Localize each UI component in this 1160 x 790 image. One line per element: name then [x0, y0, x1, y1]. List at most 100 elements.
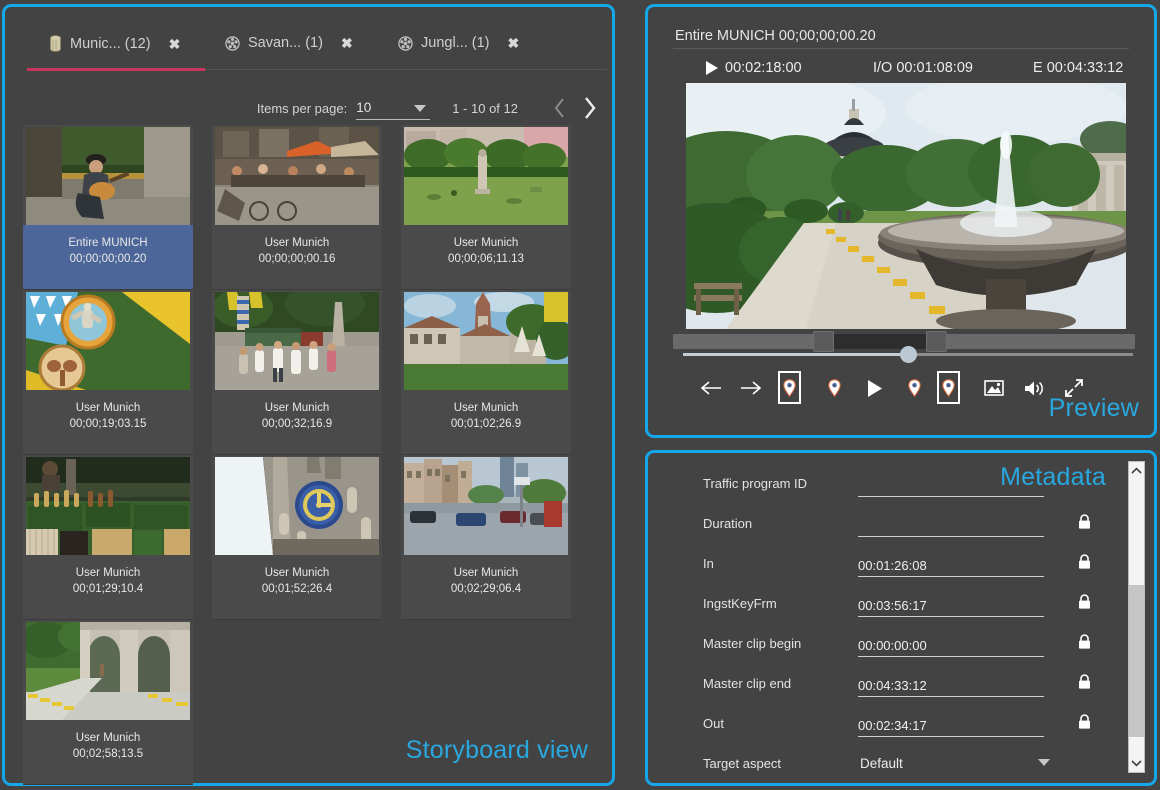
card-title: User Munich: [453, 567, 519, 579]
inout-timecode: I/O 00:01:08:09: [873, 60, 973, 76]
items-per-page-select[interactable]: 10: [356, 97, 431, 120]
card-title: User Munich: [75, 732, 141, 744]
play-icon: [867, 379, 882, 397]
thumbnail-image: [215, 457, 379, 555]
lock-icon[interactable]: [1078, 714, 1091, 734]
thumbnail-card[interactable]: User Munich 00;02;58;13.5: [23, 620, 193, 785]
application-window: Munic... (12) ✖ Savan... (1) ✖ Jungl... …: [0, 0, 1160, 790]
thumbnail-caption: User Munich 00;02;58;13.5: [23, 720, 193, 784]
thumbnail-image: [26, 292, 190, 390]
metadata-row: Target aspect Default: [648, 743, 1118, 783]
map-pin-icon: [783, 378, 796, 397]
thumbnail-card[interactable]: User Munich 00;00;32;16.9: [212, 290, 382, 455]
thumbnail-card[interactable]: User Munich 00;00;06;11.13: [401, 125, 571, 290]
page-range-text: 1 - 10 of 12: [452, 100, 518, 116]
preview-title: Entire MUNICH 00;00;00;00.20: [675, 28, 876, 44]
field-value: 00:03:56:17: [858, 597, 927, 613]
thumbnail-card[interactable]: User Munich 00;00;19;03.15: [23, 290, 193, 455]
field-label: In: [703, 555, 714, 571]
master-clip-end-input[interactable]: 00:04:33:12: [858, 670, 1044, 697]
field-label: Master clip begin: [703, 635, 802, 651]
metadata-row: Out 00:02:34:17: [648, 703, 1118, 743]
card-title: User Munich: [75, 402, 141, 414]
field-label: Out: [703, 715, 724, 731]
thumbnail-caption: User Munich 00;01;02;26.9: [401, 390, 571, 454]
scrollbar-thumb[interactable]: [1129, 585, 1144, 737]
step-back-button[interactable]: [693, 369, 729, 407]
chevron-down-icon[interactable]: [1129, 754, 1144, 772]
map-pin-icon: [942, 378, 955, 397]
out-input[interactable]: 00:02:34:17: [858, 710, 1044, 737]
mark-end-button[interactable]: [937, 371, 960, 404]
previous-page-button[interactable]: [544, 93, 574, 123]
card-timecode: 00;00;19;03.15: [69, 418, 147, 430]
thumbnail-card[interactable]: User Munich 00;01;29;10.4: [23, 455, 193, 620]
tab-label: Jungl... (1): [421, 35, 490, 51]
step-forward-button[interactable]: [733, 369, 769, 407]
field-value: 00:01:26:08: [858, 557, 927, 573]
metadata-row: Master clip end 00:04:33:12: [648, 663, 1118, 703]
snapshot-button[interactable]: [976, 369, 1012, 407]
target-aspect-select[interactable]: Default: [860, 750, 1050, 776]
mark-out-button[interactable]: [896, 369, 932, 407]
film-reel-icon: [225, 35, 240, 51]
chevron-down-icon: [414, 104, 427, 112]
tab-jungle[interactable]: Jungl... (1) ✖: [398, 35, 519, 51]
ingstkeyfrm-input[interactable]: 00:03:56:17: [858, 590, 1044, 617]
card-title: User Munich: [75, 567, 141, 579]
field-label: Duration: [703, 515, 753, 531]
mark-start-button[interactable]: [778, 371, 801, 404]
tab-bar: Munic... (12) ✖ Savan... (1) ✖ Jungl... …: [5, 7, 612, 71]
chevron-right-icon: [584, 97, 596, 119]
thumbnail-card[interactable]: User Munich 00;01;02;26.9: [401, 290, 571, 455]
thumbnail-caption: Entire MUNICH 00;00;00;00.20: [23, 225, 193, 289]
thumbnail-card[interactable]: Entire MUNICH 00;00;00;00.20: [23, 125, 193, 290]
trim-handle-end[interactable]: [926, 331, 947, 352]
thumbnail-card[interactable]: User Munich 00;00;00;00.16: [212, 125, 382, 290]
items-per-page-value: 10: [356, 100, 372, 115]
seek-knob[interactable]: [900, 346, 917, 363]
lock-icon[interactable]: [1078, 634, 1091, 654]
video-preview[interactable]: [686, 83, 1126, 329]
playhead-slider[interactable]: [683, 346, 1133, 363]
tab-close-icon[interactable]: ✖: [508, 36, 520, 50]
chevron-up-icon[interactable]: [1129, 462, 1144, 480]
thumbnail-caption: User Munich 00;00;19;03.15: [23, 390, 193, 454]
next-page-button[interactable]: [574, 93, 604, 123]
in-input[interactable]: 00:01:26:08: [858, 550, 1044, 577]
field-label: Master clip end: [703, 675, 792, 691]
lock-icon[interactable]: [1078, 674, 1091, 694]
card-title: User Munich: [453, 237, 519, 249]
traffic-program-id-input[interactable]: [858, 470, 1044, 497]
volume-button[interactable]: [1016, 369, 1052, 407]
metadata-scrollbar[interactable]: [1128, 461, 1145, 773]
tab-savannah[interactable]: Savan... (1) ✖: [225, 35, 353, 51]
play-icon: [706, 61, 718, 75]
field-label: Traffic program ID: [703, 475, 808, 491]
thumbnail-card[interactable]: User Munich 00;02;29;06.4: [401, 455, 571, 620]
lock-icon[interactable]: [1078, 554, 1091, 574]
duration-input[interactable]: [858, 510, 1044, 537]
master-clip-begin-input[interactable]: 00:00:00:00: [858, 630, 1044, 657]
card-timecode: 00;02;58;13.5: [72, 748, 144, 760]
tab-munich[interactable]: Munic... (12) ✖: [49, 35, 180, 52]
field-value: 00:04:33:12: [858, 677, 927, 693]
thumbnail-image: [26, 127, 190, 225]
trim-handle-start[interactable]: [813, 331, 834, 352]
thumbnail-image: [404, 292, 568, 390]
card-title: User Munich: [264, 237, 330, 249]
thumbnail-card[interactable]: User Munich 00;01;52;26.4: [212, 455, 382, 620]
tab-close-icon[interactable]: ✖: [341, 36, 353, 50]
metadata-row: Duration: [648, 503, 1118, 543]
lock-icon[interactable]: [1078, 594, 1091, 614]
card-title: User Munich: [264, 402, 330, 414]
play-button[interactable]: [856, 369, 892, 407]
tab-close-icon[interactable]: ✖: [169, 37, 181, 51]
metadata-row: Master clip begin 00:00:00:00: [648, 623, 1118, 663]
lock-icon[interactable]: [1078, 514, 1091, 534]
card-timecode: 00;00;32;16.9: [261, 418, 333, 430]
card-timecode: 00;01;29;10.4: [72, 583, 144, 595]
thumbnail-image: [215, 292, 379, 390]
card-timecode: 00;01;02;26.9: [450, 418, 522, 430]
mark-in-button[interactable]: [816, 369, 852, 407]
